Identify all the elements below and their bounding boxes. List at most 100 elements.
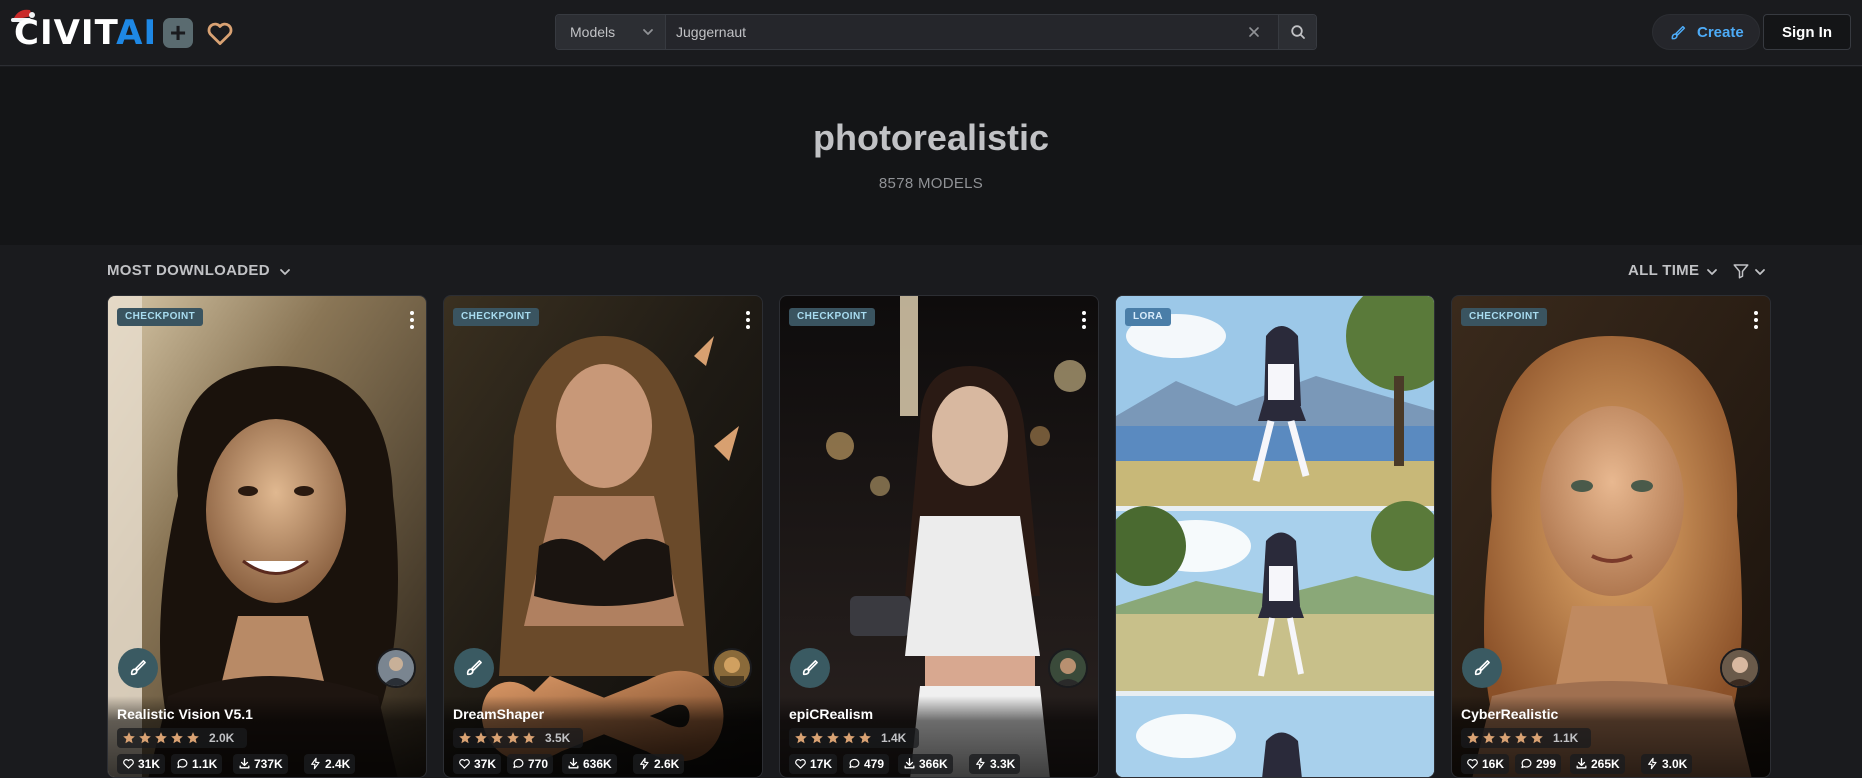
card-footer: CyberRealistic 1.1K 16K 299 265K 3.0K — [1452, 696, 1770, 777]
chevron-down-icon — [279, 267, 291, 277]
tips-stat: 2.6K — [633, 754, 685, 774]
sort-dropdown[interactable]: MOST DOWNLOADED — [107, 262, 270, 282]
comments-count: 1.1K — [192, 757, 218, 771]
card-footer: Realistic Vision V5.1 2.0K 31K 1.1K 737K… — [108, 696, 426, 777]
creator-avatar[interactable] — [376, 648, 416, 688]
bolt-icon — [309, 757, 322, 770]
brush-icon — [1669, 24, 1687, 42]
heart-icon — [794, 757, 807, 770]
logo-wordmark: CIVITAI — [14, 14, 157, 52]
model-type-badge: CHECKPOINT — [117, 308, 204, 326]
model-card[interactable]: LORA — [1115, 295, 1435, 778]
logo-ai-text: AI — [116, 13, 158, 53]
create-with-model-button[interactable] — [118, 648, 158, 688]
create-with-model-button[interactable] — [1462, 648, 1502, 688]
creator-avatar[interactable] — [1720, 648, 1760, 688]
sign-in-label: Sign In — [1782, 24, 1832, 41]
model-type-badge: CHECKPOINT — [453, 308, 540, 326]
tips-stat: 3.3K — [969, 754, 1021, 774]
star-rating-icon — [123, 732, 199, 744]
bolt-icon — [1646, 757, 1659, 770]
civitai-logo[interactable]: CIVITAI + — [10, 9, 240, 54]
comments-stat: 299 — [1515, 754, 1562, 774]
create-with-model-button[interactable] — [454, 648, 494, 688]
create-label: Create — [1697, 24, 1744, 41]
bolt-icon — [974, 757, 987, 770]
model-card[interactable]: CHECKPOINT CyberRealistic 1.1K 16K 299 2… — [1451, 295, 1771, 778]
model-card[interactable]: CHECKPOINT epiCRealism 1.4K 17K 479 366K… — [779, 295, 1099, 778]
creator-avatar[interactable] — [1048, 648, 1088, 688]
create-button[interactable]: Create — [1652, 14, 1760, 50]
clear-search-icon[interactable] — [1246, 24, 1262, 40]
tips-count: 3.3K — [990, 757, 1016, 771]
search-type-label: Models — [570, 24, 616, 40]
model-preview-image — [1116, 296, 1434, 777]
tips-stat: 2.4K — [304, 754, 356, 774]
rating-count: 1.1K — [1553, 731, 1579, 745]
chevron-down-icon — [1754, 267, 1766, 277]
filter-button[interactable] — [1732, 262, 1770, 282]
downloads-count: 636K — [583, 757, 612, 771]
sign-in-button[interactable]: Sign In — [1763, 14, 1851, 50]
downloads-stat: 737K — [233, 754, 288, 774]
rating-badge: 1.4K — [789, 728, 919, 748]
rating-count: 1.4K — [881, 731, 907, 745]
comments-count: 479 — [864, 757, 885, 771]
model-type-badge: CHECKPOINT — [1461, 308, 1548, 326]
likes-count: 37K — [474, 757, 497, 771]
model-card[interactable]: CHECKPOINT Realistic Vision V5.1 2.0K 31… — [107, 295, 427, 778]
search-button[interactable] — [1278, 15, 1316, 49]
sort-label: MOST DOWNLOADED — [107, 262, 270, 279]
likes-stat: 37K — [453, 754, 502, 774]
comment-icon — [176, 757, 189, 770]
logo-civ-text: CIVIT — [14, 13, 117, 53]
likes-stat: 31K — [117, 754, 166, 774]
more-options-icon[interactable] — [746, 310, 750, 330]
rating-badge: 1.1K — [1461, 728, 1591, 748]
more-options-icon[interactable] — [1082, 310, 1086, 330]
comments-count: 299 — [1536, 757, 1557, 771]
brush-icon — [1472, 658, 1492, 678]
creator-avatar[interactable] — [712, 648, 752, 688]
avatar-image — [714, 650, 750, 686]
tips-count: 2.4K — [325, 757, 351, 771]
card-footer: DreamShaper 3.5K 37K 770 636K 2.6K — [444, 696, 762, 777]
period-dropdown[interactable]: ALL TIME — [1628, 262, 1718, 282]
comments-stat: 479 — [843, 754, 890, 774]
chevron-down-icon — [642, 27, 654, 37]
model-name: Realistic Vision V5.1 — [117, 706, 253, 722]
downloads-count: 366K — [919, 757, 948, 771]
download-icon — [238, 757, 251, 770]
likes-count: 16K — [1482, 757, 1505, 771]
downloads-count: 265K — [1591, 757, 1620, 771]
civitai-plus-icon[interactable]: + — [163, 18, 193, 48]
bolt-icon — [638, 757, 651, 770]
downloads-count: 737K — [254, 757, 283, 771]
avatar-image — [1050, 650, 1086, 686]
heart-icon — [458, 757, 471, 770]
comments-count: 770 — [528, 757, 549, 771]
model-count: 8578 MODELS — [878, 175, 984, 192]
avatar-image — [1722, 650, 1758, 686]
search-bar: Models — [555, 14, 1317, 50]
model-name: DreamShaper — [453, 706, 545, 722]
model-name: CyberRealistic — [1461, 706, 1559, 722]
tips-count: 2.6K — [654, 757, 680, 771]
search-input[interactable] — [676, 15, 1206, 49]
search-type-select[interactable]: Models — [556, 15, 666, 49]
chevron-down-icon — [1706, 267, 1718, 277]
model-card[interactable]: CHECKPOINT DreamShaper 3.5K 37K 770 636K… — [443, 295, 763, 778]
download-icon — [903, 757, 916, 770]
rating-badge: 2.0K — [117, 728, 247, 748]
rating-count: 2.0K — [209, 731, 235, 745]
rating-badge: 3.5K — [453, 728, 583, 748]
support-heart-icon[interactable] — [204, 18, 236, 48]
heart-icon — [1466, 757, 1479, 770]
brush-icon — [800, 658, 820, 678]
model-type-badge: CHECKPOINT — [789, 308, 876, 326]
more-options-icon[interactable] — [1754, 310, 1758, 330]
search-icon — [1291, 25, 1305, 39]
more-options-icon[interactable] — [410, 310, 414, 330]
create-with-model-button[interactable] — [790, 648, 830, 688]
likes-stat: 16K — [1461, 754, 1510, 774]
